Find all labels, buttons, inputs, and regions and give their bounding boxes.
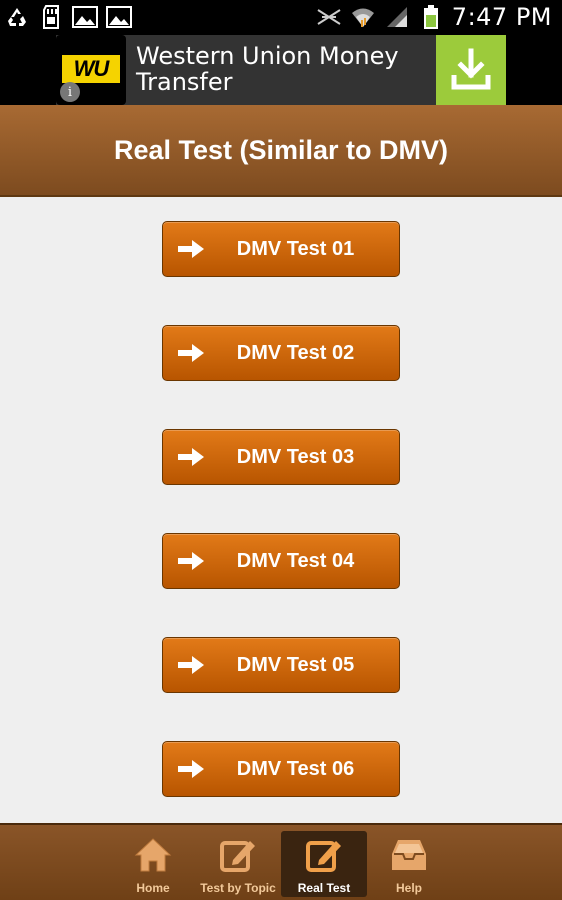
page-title: Real Test (Similar to DMV) bbox=[113, 134, 449, 165]
sd-card-icon bbox=[38, 4, 64, 30]
arrow-right-icon bbox=[178, 760, 204, 778]
ad-logo[interactable]: WU i bbox=[56, 35, 126, 105]
nav-label: Test by Topic bbox=[200, 881, 276, 895]
arrow-right-icon bbox=[178, 552, 204, 570]
dmv-test-04-button[interactable]: DMV Test 04 bbox=[162, 533, 400, 589]
notification-icons bbox=[4, 4, 132, 30]
clock: 7:47 PM bbox=[451, 3, 552, 31]
ad-banner-area: WU i Western Union Money Transfer bbox=[0, 33, 562, 105]
ad-banner[interactable]: WU i Western Union Money Transfer bbox=[56, 35, 506, 105]
button-label: DMV Test 02 bbox=[236, 341, 355, 364]
cell-signal-icon bbox=[384, 4, 410, 30]
system-icons: 7:47 PM bbox=[316, 2, 552, 32]
button-label: DMV Test 06 bbox=[236, 757, 355, 780]
home-icon bbox=[133, 835, 173, 875]
arrow-right-icon bbox=[178, 344, 204, 362]
wifi-icon bbox=[350, 4, 376, 30]
nav-label: Real Test bbox=[297, 881, 351, 895]
test-list: DMV Test 01 DMV Test 02 DMV Test 03 DMV … bbox=[0, 197, 562, 823]
signal-blocked-icon bbox=[316, 4, 342, 30]
nav-label: Help bbox=[395, 881, 422, 895]
button-label: DMV Test 01 bbox=[236, 237, 355, 260]
header-bar: Real Test (Similar to DMV) bbox=[0, 105, 562, 197]
dmv-test-02-button[interactable]: DMV Test 02 bbox=[162, 325, 400, 381]
nav-label: Home bbox=[136, 881, 170, 895]
dmv-test-01-button[interactable]: DMV Test 01 bbox=[162, 221, 400, 277]
nav-help[interactable]: Help bbox=[384, 831, 434, 897]
image-icon bbox=[72, 4, 98, 30]
dmv-test-03-button[interactable]: DMV Test 03 bbox=[162, 429, 400, 485]
edit-icon bbox=[304, 835, 344, 875]
download-icon bbox=[451, 48, 491, 90]
bottom-nav: Home Test by Topic Real Test Help bbox=[0, 823, 562, 900]
nav-test-by-topic[interactable]: Test by Topic bbox=[196, 831, 280, 897]
nav-home[interactable]: Home bbox=[124, 831, 182, 897]
status-bar: 7:47 PM bbox=[0, 0, 562, 33]
info-icon[interactable]: i bbox=[60, 82, 80, 102]
battery-icon bbox=[418, 4, 444, 30]
download-button[interactable] bbox=[436, 35, 506, 105]
dmv-test-06-button[interactable]: DMV Test 06 bbox=[162, 741, 400, 797]
arrow-right-icon bbox=[178, 656, 204, 674]
recycle-icon bbox=[4, 4, 30, 30]
button-label: DMV Test 03 bbox=[236, 445, 355, 468]
inbox-icon bbox=[389, 835, 429, 875]
nav-real-test[interactable]: Real Test bbox=[281, 831, 367, 897]
image-icon bbox=[106, 4, 132, 30]
ad-title[interactable]: Western Union Money Transfer bbox=[126, 35, 436, 105]
arrow-right-icon bbox=[178, 240, 204, 258]
wu-logo: WU bbox=[62, 55, 120, 83]
edit-icon bbox=[218, 835, 258, 875]
button-label: DMV Test 04 bbox=[236, 549, 355, 572]
button-label: DMV Test 05 bbox=[236, 653, 355, 676]
arrow-right-icon bbox=[178, 448, 204, 466]
dmv-test-05-button[interactable]: DMV Test 05 bbox=[162, 637, 400, 693]
